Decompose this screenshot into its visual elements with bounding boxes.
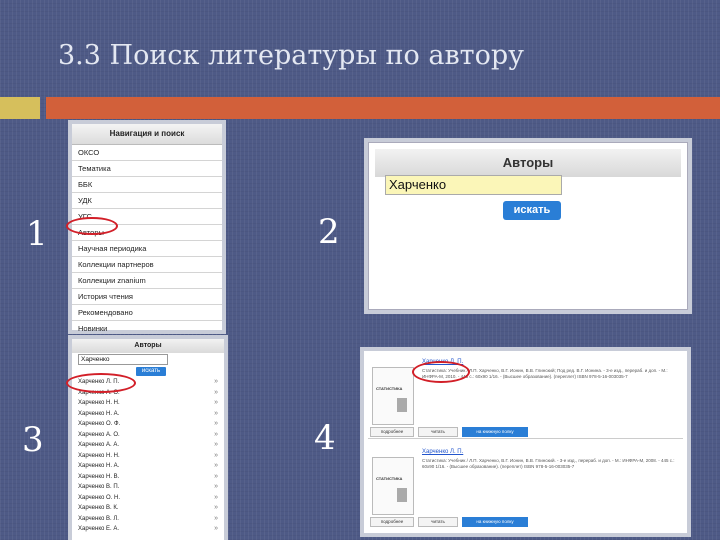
book-cover[interactable]: СТАТИСТИКА	[372, 457, 414, 515]
bookshelf-button[interactable]: на книжную полку	[462, 427, 528, 437]
author-name: Харченко О. Ф.	[78, 421, 121, 427]
chevron-right-icon: »	[214, 525, 218, 532]
cover-graphic	[397, 398, 407, 412]
chevron-right-icon: »	[214, 409, 218, 417]
search-results-panel: СТАТИСТИКА Харченко Л. П. Статистика: Уч…	[364, 351, 687, 533]
authors-list-header: Авторы	[72, 339, 224, 353]
author-name: Харченко Н. А.	[78, 410, 120, 417]
nav-item[interactable]: Новинки	[72, 321, 222, 337]
author-search-input[interactable]: Харченко	[385, 175, 562, 195]
author-row[interactable]: Харченко Н. А. »	[78, 461, 222, 472]
highlight-circle	[66, 373, 136, 393]
read-button[interactable]: читать	[418, 517, 458, 527]
chevron-right-icon: »	[214, 514, 218, 522]
author-name: Харченко В. Л.	[78, 515, 119, 522]
author-name: Харченко А. О.	[78, 431, 120, 438]
author-row[interactable]: Харченко О. Н. »	[78, 493, 222, 504]
nav-item[interactable]: ОКСО	[72, 145, 222, 161]
author-name: Харченко Е. А.	[78, 526, 120, 532]
nav-item[interactable]: Тематика	[72, 161, 222, 177]
author-name: Харченко О. Н.	[78, 494, 121, 501]
nav-item[interactable]: Коллекции партнеров	[72, 257, 222, 273]
chevron-right-icon: »	[214, 430, 218, 438]
authors-list-input[interactable]: Харченко	[78, 354, 168, 365]
chevron-right-icon: »	[214, 472, 218, 480]
author-name: Харченко В. П.	[78, 484, 120, 490]
nav-item[interactable]: Коллекции znanium	[72, 273, 222, 289]
author-name: Харченко Н. В.	[78, 473, 120, 480]
book-cover[interactable]: СТАТИСТИКА	[372, 367, 414, 425]
author-row[interactable]: Харченко Н. А. »	[78, 409, 222, 420]
result-item: СТАТИСТИКА Харченко Л. П. Статистика: Уч…	[368, 447, 683, 529]
nav-item[interactable]: История чтения	[72, 289, 222, 305]
author-name: Харченко А. А.	[78, 442, 120, 448]
highlight-circle	[412, 361, 470, 383]
author-row[interactable]: Харченко О. Ф. »	[78, 419, 222, 430]
author-row[interactable]: Харченко А. А. »	[78, 440, 222, 451]
author-row[interactable]: Харченко В. Л. »	[78, 514, 222, 525]
step-number-4: 4	[314, 418, 336, 458]
nav-item[interactable]: ББК	[72, 177, 222, 193]
accent-bar-orange	[46, 97, 720, 119]
chevron-right-icon: »	[214, 504, 218, 511]
navigation-panel: Навигация и поиск ОКСО Тематика ББК УДК УГС А…	[66, 124, 222, 337]
authors-list-search-button[interactable]: искать	[136, 367, 166, 376]
nav-item[interactable]: Рекомендовано	[72, 305, 222, 321]
chevron-right-icon: »	[214, 451, 218, 459]
navigation-header: Навигация и поиск	[72, 124, 222, 145]
chevron-right-icon: »	[214, 378, 218, 385]
author-search-panel: Авторы Харченко искать	[368, 142, 688, 310]
slide-title: 3.3 Поиск литературы по автору	[58, 40, 525, 71]
search-button[interactable]: искать	[503, 201, 561, 220]
book-cover-title: СТАТИСТИКА	[376, 476, 403, 481]
author-row[interactable]: Харченко В. П. »	[78, 482, 222, 493]
author-search-header: Авторы	[375, 149, 681, 177]
step-number-1: 1	[26, 214, 48, 254]
highlight-circle	[66, 217, 118, 235]
chevron-right-icon: »	[214, 420, 218, 427]
read-button[interactable]: читать	[418, 427, 458, 437]
author-name: Харченко Н. А.	[78, 463, 120, 469]
author-name: Харченко Н. Н.	[78, 452, 120, 459]
chevron-right-icon: »	[214, 441, 218, 448]
author-name: Харченко Н. Н.	[78, 400, 120, 406]
details-button[interactable]: подробнее	[370, 517, 414, 527]
author-row[interactable]: Харченко Н. Н. »	[78, 398, 222, 409]
author-row[interactable]: Харченко А. О. »	[78, 430, 222, 441]
accent-bar-yellow	[0, 97, 40, 119]
authors-list-panel: Авторы Харченко искать Харченко Л. П.» Ха…	[66, 339, 224, 540]
step-number-3: 3	[22, 420, 44, 460]
chevron-right-icon: »	[214, 493, 218, 501]
author-row[interactable]: Харченко В. К. »	[78, 503, 222, 514]
details-button[interactable]: подробнее	[370, 427, 414, 437]
author-row[interactable]: Харченко Н. В. »	[78, 472, 222, 483]
result-description: Статистика: Учебник / Л.П. Харченко, В.Г…	[422, 458, 675, 469]
chevron-right-icon: »	[214, 483, 218, 490]
divider	[368, 438, 683, 439]
author-name: Харченко В. К.	[78, 505, 119, 511]
chevron-right-icon: »	[214, 462, 218, 469]
chevron-right-icon: »	[214, 388, 218, 396]
book-cover-title: СТАТИСТИКА	[376, 386, 403, 391]
author-row[interactable]: Харченко Н. Н. »	[78, 451, 222, 462]
result-author-link[interactable]: Харченко Л. П.	[422, 449, 463, 455]
nav-item[interactable]: УДК	[72, 193, 222, 209]
nav-item[interactable]: Научная периодика	[72, 241, 222, 257]
bookshelf-button[interactable]: на книжную полку	[462, 517, 528, 527]
step-number-2: 2	[318, 212, 340, 252]
author-row[interactable]: Харченко Е. А. »	[78, 524, 222, 535]
cover-graphic	[397, 488, 407, 502]
chevron-right-icon: »	[214, 399, 218, 406]
